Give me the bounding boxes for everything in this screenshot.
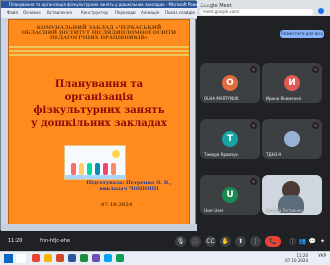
slide-decoration-stripe — [9, 54, 189, 56]
powerpoint-ribbon: Файл Основне Вставлення Конструктор Пере… — [1, 8, 197, 19]
participant-name: User User — [204, 208, 224, 213]
taskbar-clock[interactable]: 11:20 07.10.2024 — [285, 253, 308, 263]
present-icon: ⬆ — [237, 238, 244, 245]
ribbon-tab[interactable]: Вставлення — [47, 10, 72, 15]
powerpoint-icon[interactable] — [56, 254, 64, 262]
powerpoint-window: Планування та організація фізкультурних … — [0, 0, 210, 231]
word-icon[interactable] — [68, 254, 76, 262]
child-figure — [79, 163, 84, 175]
child-figure — [111, 163, 116, 175]
participant-name: Тамара Кравчук — [204, 152, 238, 157]
powerpoint-titlebar: Планування та організація фізкультурних … — [1, 1, 210, 8]
end-call-icon: 📞 — [269, 238, 277, 245]
camera-button[interactable]: 🎥 — [190, 236, 201, 247]
taskbar-date: 07.10.2024 — [285, 258, 308, 263]
ribbon-tab[interactable]: Основне — [23, 10, 41, 15]
avatar: T — [222, 131, 238, 147]
participant-name: Ирина Якименко — [266, 96, 302, 101]
file-explorer-icon[interactable] — [44, 254, 52, 262]
more-icon: ⋮ — [252, 238, 259, 245]
people-icon[interactable]: 👥 — [299, 238, 306, 245]
participant-name: OLHA MARTYNUK — [204, 96, 239, 101]
start-button-icon[interactable] — [4, 254, 13, 263]
chrome-icon[interactable] — [32, 254, 40, 262]
slide-decoration-stripe — [9, 46, 189, 48]
meeting-code[interactable]: fnn-hfjc-ehe — [40, 238, 70, 244]
windows-taskbar: УКР 11:20 07.10.2024 — [0, 251, 330, 265]
floor — [65, 175, 125, 179]
ribbon-tab[interactable]: Файл — [7, 10, 18, 15]
participant-name: Оксана Петренко — [266, 208, 303, 213]
profile-avatar[interactable] — [318, 8, 324, 14]
more-options-button[interactable]: ⋮ — [250, 236, 261, 247]
mic-icon: 🎙 — [176, 238, 185, 245]
participant-name: ТДН3 Н — [266, 152, 282, 157]
slide-author: Підготувала: Петренко О. В., викладач ЧО… — [86, 180, 172, 192]
slide-thumbnails-pane[interactable] — [1, 18, 8, 226]
avatar: O — [222, 75, 238, 91]
meeting-time: 11:20 — [8, 238, 23, 244]
mic-off-icon: ✕ — [250, 66, 257, 73]
info-icon[interactable]: ⓘ — [289, 238, 296, 246]
tray-language: УКР — [318, 253, 326, 258]
sun-icon — [112, 150, 120, 158]
kids-illustration — [64, 145, 126, 180]
end-call-button[interactable]: 📞 — [265, 236, 281, 247]
excel-icon[interactable] — [80, 254, 88, 262]
system-tray[interactable]: УКР — [318, 253, 326, 258]
meet-controls-bar: 11:20 fnn-hfjc-ehe 🎙 🎥 CC ✋ ⬆ ⋮ 📞 ⓘ 👥 💬 … — [0, 232, 330, 251]
meet-present-for-all-button[interactable]: Розмістити для всіх — [280, 30, 324, 38]
participant-tile[interactable]: ✕ ТДН3 Н — [262, 119, 322, 159]
participant-tile[interactable]: O ✕ OLHA MARTYNUK — [200, 63, 260, 103]
address-bar[interactable]: meet.google.com/ — [200, 9, 313, 15]
app-icon[interactable] — [104, 254, 112, 262]
child-figure — [103, 163, 108, 175]
mic-button[interactable]: 🎙 — [175, 236, 186, 247]
activities-icon[interactable]: ✦ — [319, 238, 326, 245]
slide-canvas[interactable]: КОМУНАЛЬНИЙ ЗАКЛАД «ЧЕРКАСЬКИЙ ОБЛАСНИЙ … — [8, 19, 190, 226]
mic-off-icon: ✕ — [312, 66, 319, 73]
chat-icon[interactable]: 💬 — [309, 238, 316, 245]
slide-decoration-stripe — [9, 50, 189, 52]
ribbon-tab[interactable]: Анімація — [141, 10, 159, 15]
participant-tile[interactable]: И ✕ Ирина Якименко — [262, 63, 322, 103]
mic-off-icon: ✕ — [312, 122, 319, 129]
raise-hand-button[interactable]: ✋ — [220, 236, 231, 247]
avatar — [284, 131, 300, 147]
avatar: И — [284, 75, 300, 91]
child-figure — [71, 163, 76, 175]
ribbon-tab[interactable]: Показ слайдів — [165, 10, 195, 15]
powerpoint-window-title: Планування та організація фізкультурних … — [9, 2, 211, 7]
participant-tile[interactable]: T ✕ Тамара Кравчук — [200, 119, 260, 159]
camera-icon: 🎥 — [191, 238, 200, 245]
slide-date: 07.10.2024 — [101, 202, 133, 208]
app-icon[interactable] — [116, 254, 124, 262]
child-figure — [95, 163, 100, 175]
slide-title: Планування та організація фізкультурних … — [31, 79, 167, 129]
mic-off-icon: ✕ — [250, 122, 257, 129]
raise-hand-icon: ✋ — [221, 238, 230, 245]
mic-off-icon: ✕ — [250, 178, 257, 185]
captions-button[interactable]: CC — [205, 236, 216, 247]
slide-institution-header: КОМУНАЛЬНИЙ ЗАКЛАД «ЧЕРКАСЬКИЙ ОБЛАСНИЙ … — [21, 25, 177, 41]
powerpoint-status-bar — [1, 224, 197, 231]
participant-tile-video[interactable]: Оксана Петренко — [262, 175, 322, 215]
ribbon-tab[interactable]: Переходи — [115, 10, 136, 15]
app-icon[interactable] — [92, 254, 100, 262]
child-figure — [87, 163, 92, 175]
captions-icon: CC — [206, 238, 215, 245]
ribbon-tab[interactable]: Конструктор — [81, 10, 108, 15]
participant-tile[interactable]: U ✕ User User — [200, 175, 260, 215]
present-button[interactable]: ⬆ — [235, 236, 246, 247]
avatar: U — [222, 187, 238, 203]
search-icon[interactable] — [16, 254, 26, 263]
